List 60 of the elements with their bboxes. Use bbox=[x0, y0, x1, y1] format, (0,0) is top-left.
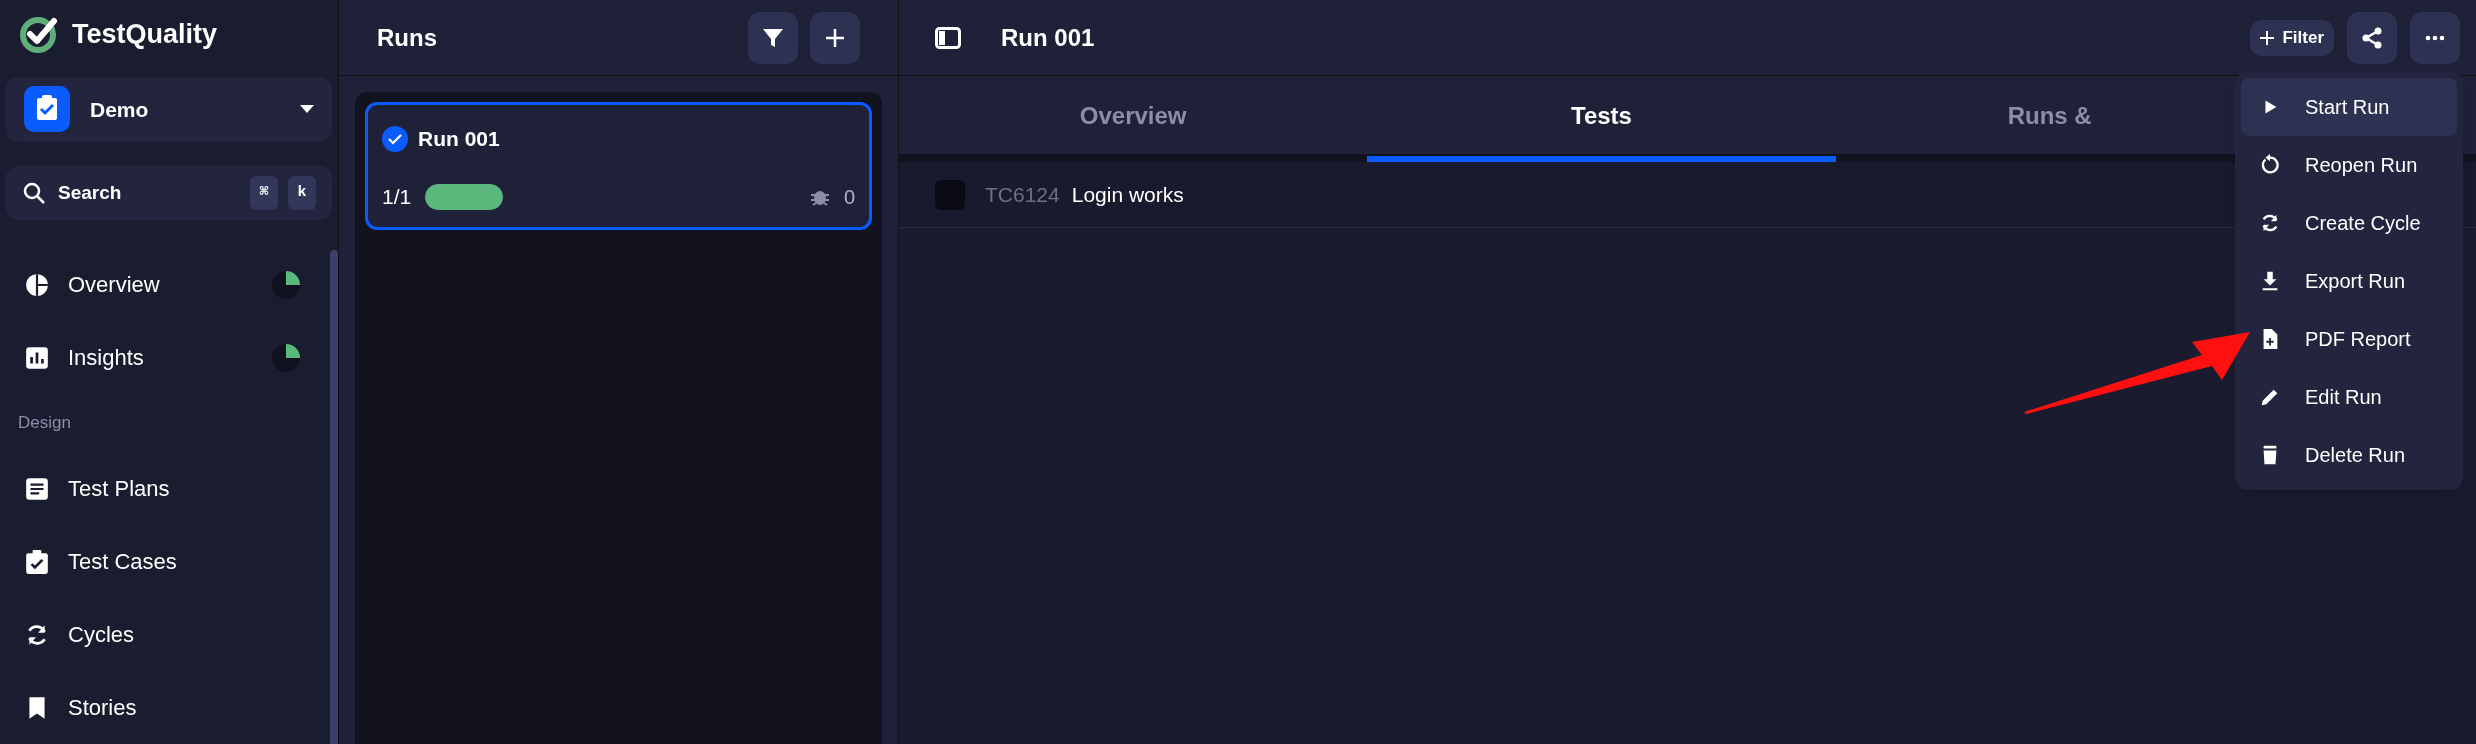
plus-icon bbox=[824, 26, 846, 49]
sidebar-toggle-icon[interactable] bbox=[935, 26, 961, 49]
clipboard-check-icon bbox=[24, 548, 50, 575]
run-count: 1/1 bbox=[382, 184, 412, 211]
nav-item[interactable]: Overview bbox=[0, 248, 324, 321]
run-card[interactable]: Run 001 1/1 0 bbox=[365, 102, 872, 230]
nav-item[interactable]: Stories bbox=[0, 671, 324, 744]
nav-item[interactable]: Cycles bbox=[0, 598, 324, 671]
menu-label: Start Run bbox=[2305, 95, 2390, 120]
nav-item[interactable]: Test Plans bbox=[0, 452, 324, 525]
panel-title: Runs bbox=[377, 22, 438, 53]
menu-label: Export Run bbox=[2305, 269, 2406, 294]
share-button[interactable] bbox=[2347, 11, 2397, 64]
menu-label: PDF Report bbox=[2305, 327, 2411, 352]
nav-label: Insights bbox=[68, 344, 145, 372]
nav-label: Test Cases bbox=[68, 548, 178, 576]
search-icon bbox=[22, 181, 46, 205]
menu-item[interactable]: PDF Report bbox=[2241, 310, 2457, 368]
project-name: Demo bbox=[90, 96, 150, 123]
run-title: Run 001 bbox=[1001, 22, 1096, 53]
defect-count: 0 bbox=[843, 185, 855, 210]
app-name: TestQuality bbox=[72, 18, 218, 52]
caret-icon bbox=[300, 105, 314, 114]
reopen-icon bbox=[2259, 154, 2281, 176]
add-button[interactable] bbox=[810, 11, 860, 64]
filter-button[interactable] bbox=[748, 11, 798, 64]
test-id: TC6124 bbox=[985, 181, 1060, 208]
search-field[interactable]: Search ⌘ k bbox=[6, 166, 332, 220]
check-circle-icon bbox=[382, 126, 408, 152]
run-name: Run 001 bbox=[418, 126, 500, 153]
scrollbar[interactable] bbox=[330, 250, 338, 744]
bar-chart-icon bbox=[24, 344, 50, 371]
clipboard-icon bbox=[24, 86, 70, 133]
nav-label: Test Plans bbox=[68, 475, 171, 503]
pie-chart-icon bbox=[24, 271, 50, 298]
section-heading: Design bbox=[17, 412, 72, 435]
tab[interactable]: Overview bbox=[899, 76, 1368, 162]
project-selector[interactable]: Demo bbox=[6, 76, 332, 143]
menu-item[interactable]: Edit Run bbox=[2241, 368, 2457, 426]
nav-label: Cycles bbox=[68, 621, 135, 649]
plus-icon bbox=[2260, 30, 2275, 45]
key-hint: ⌘ bbox=[250, 176, 278, 210]
nav-item[interactable]: Insights bbox=[0, 321, 324, 394]
nav-label: Stories bbox=[68, 694, 138, 722]
funnel-icon bbox=[762, 26, 784, 49]
menu-label: Edit Run bbox=[2305, 385, 2382, 410]
key-hint: k bbox=[288, 176, 316, 210]
search-label: Search bbox=[58, 180, 123, 205]
menu-item[interactable]: Export Run bbox=[2241, 252, 2457, 310]
share-icon bbox=[2360, 25, 2384, 50]
menu-label: Delete Run bbox=[2305, 443, 2406, 468]
menu-item[interactable]: Start Run bbox=[2241, 78, 2457, 136]
checkbox[interactable] bbox=[935, 179, 965, 210]
nav-label: Overview bbox=[68, 271, 161, 299]
test-name: Login works bbox=[1071, 181, 1184, 208]
document-icon bbox=[24, 475, 50, 502]
filter-button[interactable]: Filter bbox=[2250, 19, 2334, 56]
menu-item[interactable]: Delete Run bbox=[2241, 426, 2457, 484]
nav-item[interactable]: Test Cases bbox=[0, 525, 324, 598]
more-icon bbox=[2425, 34, 2445, 41]
